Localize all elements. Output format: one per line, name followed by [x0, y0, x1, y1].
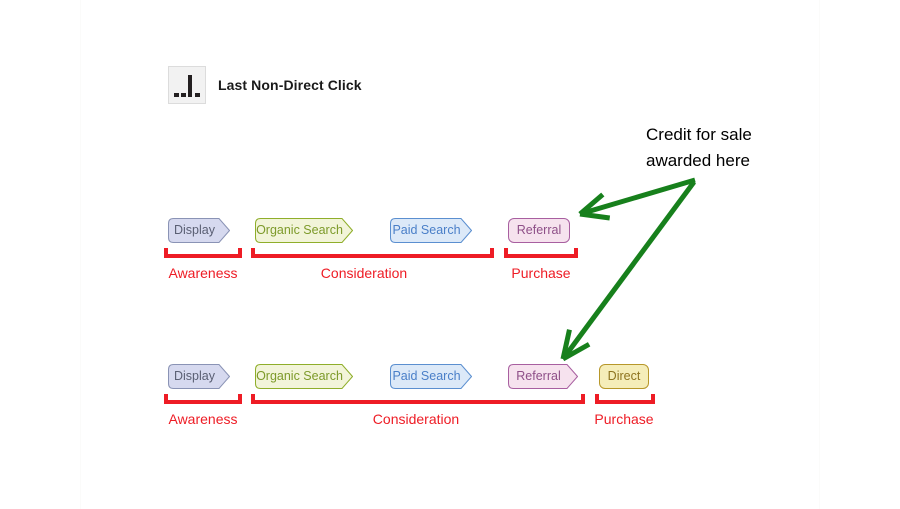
channel-chip-label: Paid Search — [392, 369, 461, 384]
slide-canvas: Last Non-Direct Click Credit for sale aw… — [0, 0, 900, 509]
stage-purchase-label: Purchase — [594, 411, 654, 427]
channel-chip-direct[interactable]: Direct — [599, 364, 649, 389]
channel-chip-label: Organic Search — [256, 369, 343, 384]
channel-chip-label: Display — [174, 369, 215, 384]
stage-consideration-bracket — [251, 394, 585, 404]
channel-chip-label: Organic Search — [256, 223, 343, 238]
arrow-to-row1-referral — [578, 177, 696, 221]
canvas-edge-right — [819, 0, 820, 509]
channel-chip-label: Referral — [516, 369, 561, 384]
annotation-line-1: Credit for sale — [646, 125, 752, 144]
channel-chip-display[interactable]: Display — [168, 218, 230, 243]
legend-header: Last Non-Direct Click — [168, 66, 362, 104]
channel-chip-referral[interactable]: Referral — [508, 218, 570, 243]
channel-chip-organic_search[interactable]: Organic Search — [255, 218, 353, 243]
channel-chip-paid_search[interactable]: Paid Search — [390, 364, 472, 389]
stage-consideration-label: Consideration — [372, 411, 460, 427]
bar-chart-last-click-icon — [168, 66, 206, 104]
channel-chip-display[interactable]: Display — [168, 364, 230, 389]
channel-chip-label: Direct — [607, 369, 641, 384]
canvas-edge-left — [80, 0, 81, 509]
channel-chip-organic_search[interactable]: Organic Search — [255, 364, 353, 389]
channel-chip-referral[interactable]: Referral — [508, 364, 578, 389]
annotation-text: Credit for sale awarded here — [646, 122, 752, 174]
stage-consideration-bracket — [251, 248, 494, 258]
stage-awareness-bracket — [164, 248, 242, 258]
stage-awareness-bracket — [164, 394, 242, 404]
annotation-line-2: awarded here — [646, 151, 750, 170]
channel-chip-label: Paid Search — [392, 223, 461, 238]
legend-title: Last Non-Direct Click — [218, 77, 362, 93]
stage-purchase-label: Purchase — [511, 265, 571, 281]
stage-awareness-label: Awareness — [168, 411, 238, 427]
channel-chip-label: Referral — [516, 223, 562, 238]
stage-purchase-bracket — [504, 248, 578, 258]
channel-chip-label: Display — [174, 223, 215, 238]
stage-purchase-bracket — [595, 394, 655, 404]
channel-chip-paid_search[interactable]: Paid Search — [390, 218, 472, 243]
